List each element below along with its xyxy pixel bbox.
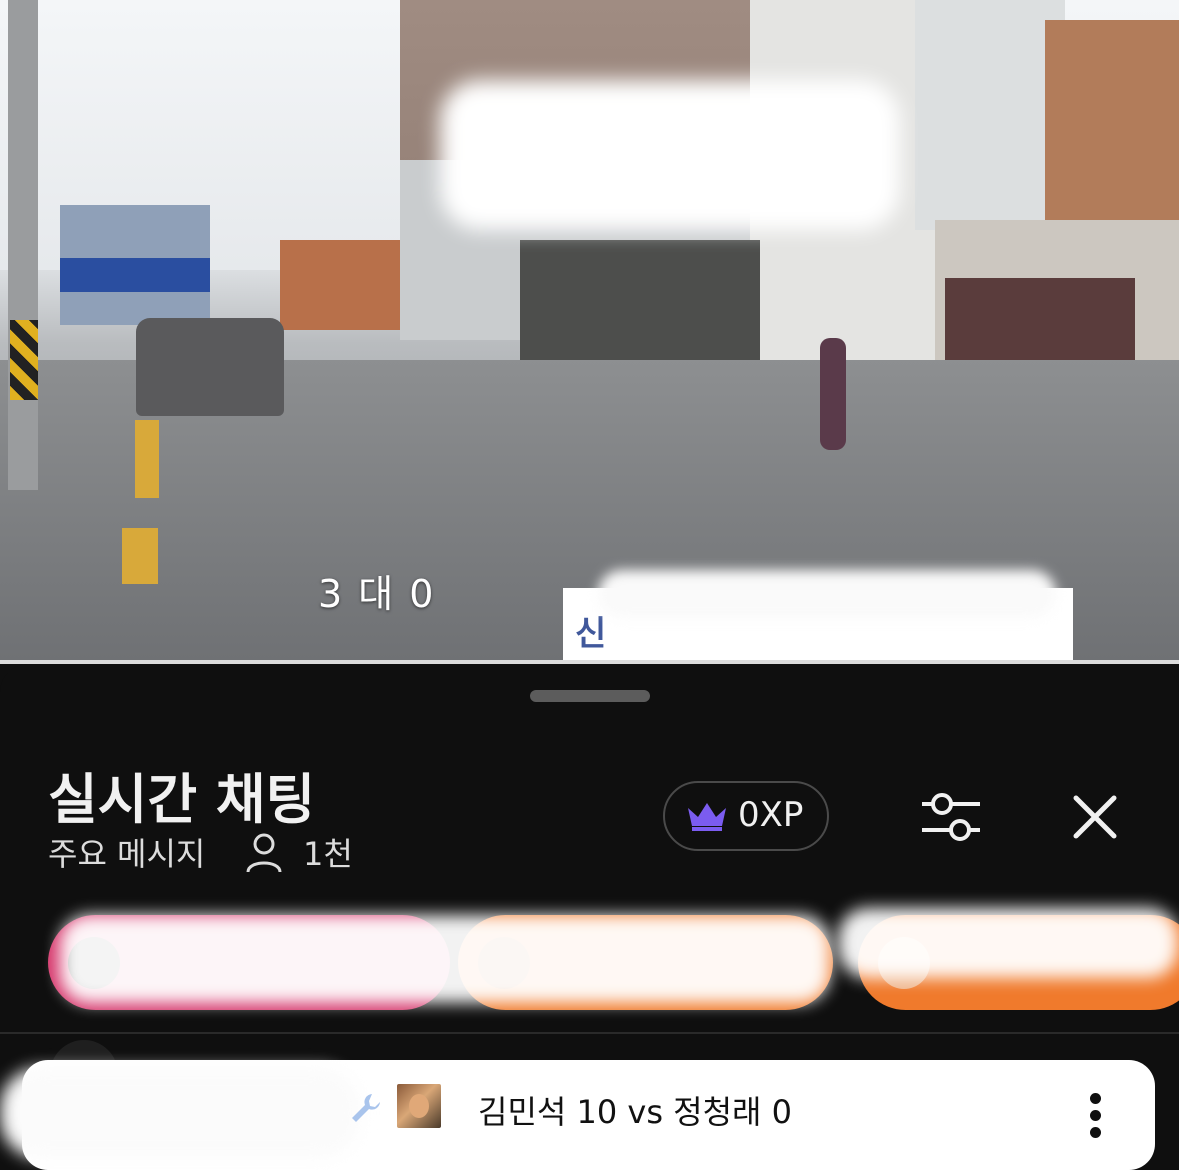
avatar (397, 1084, 441, 1128)
video-lane-mark (135, 420, 159, 498)
chat-mode-dropdown[interactable]: 주요 메시지 (48, 829, 205, 875)
more-vert-icon[interactable] (1082, 1093, 1108, 1143)
redaction-smear (60, 915, 830, 1003)
video-pole-stripe (10, 320, 38, 400)
video-building (915, 0, 1065, 230)
close-icon[interactable] (1070, 792, 1120, 842)
redaction-smear (838, 908, 1178, 978)
video-shop-sign (945, 278, 1135, 373)
video-building (1045, 20, 1179, 230)
redaction-smear (598, 570, 1056, 618)
chip-divider (0, 1032, 1179, 1034)
video-pole (8, 0, 38, 490)
video-car (136, 318, 284, 416)
page-title: 실시간 채팅 (48, 768, 316, 831)
crown-icon (688, 803, 726, 831)
sheet-edge (1155, 1120, 1179, 1156)
video-building (280, 240, 400, 330)
redaction-smear (0, 1068, 360, 1158)
drag-handle[interactable] (530, 690, 650, 702)
pinned-message-text: 김민석 10 vs 정청래 0 (478, 1093, 793, 1131)
avatar-face (409, 1094, 429, 1118)
video-lane-mark (122, 528, 158, 584)
sliders-icon[interactable] (918, 788, 984, 846)
video-banner-text: 신 (575, 614, 609, 654)
xp-label: 0XP (738, 795, 804, 835)
person-icon (246, 833, 282, 873)
score-overlay: 3 대 0 (318, 572, 436, 616)
video-pedestrian (820, 338, 846, 450)
viewer-count: 1천 (303, 835, 353, 873)
redaction-smear (440, 80, 900, 230)
wrench-icon (352, 1094, 380, 1122)
video-player[interactable]: 3 대 0 신 (0, 0, 1179, 660)
video-market-sign (60, 258, 210, 292)
